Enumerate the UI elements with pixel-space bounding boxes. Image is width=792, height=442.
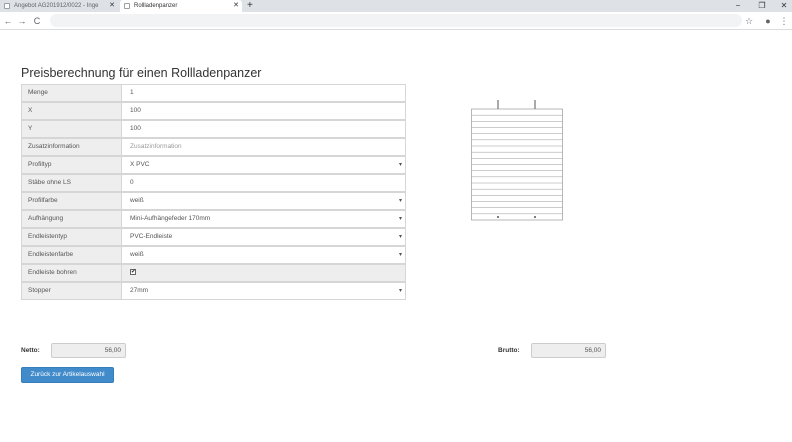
form-row-endleistentyp: Endleistentyp PVC-Endleiste xyxy=(21,228,406,246)
endleistenfarbe-select[interactable]: weiß xyxy=(121,246,406,264)
staebe-input[interactable] xyxy=(121,174,406,192)
tab-title: Angebot AG201912/0022 - Inge xyxy=(14,3,99,9)
price-form: Menge X Y Zusatzinformation Profiltyp X … xyxy=(21,84,406,300)
endleiste-bohren-checkbox[interactable]: ✔ xyxy=(130,269,136,276)
form-row-aufhaengung: Aufhängung Mini-Aufhängefeder 170mm xyxy=(21,210,406,228)
menge-field[interactable] xyxy=(130,85,405,100)
field-label: Stäbe ohne LS xyxy=(21,174,121,192)
menu-icon[interactable]: ⋮ xyxy=(779,14,789,28)
field-label: Endleiste bohren xyxy=(21,264,121,282)
star-icon[interactable]: ☆ xyxy=(744,14,754,28)
menge-input[interactable] xyxy=(121,84,406,102)
page-title: Preisberechnung für einen Rollladenpanze… xyxy=(21,66,262,80)
netto-label: Netto: xyxy=(21,347,40,354)
profiltyp-select[interactable]: X PVC xyxy=(121,156,406,174)
field-label: Endleistenfarbe xyxy=(21,246,121,264)
tab-title: Rollladenpanzer xyxy=(134,3,178,9)
hanger-right xyxy=(534,100,536,109)
form-row-staebe: Stäbe ohne LS xyxy=(21,174,406,192)
minimize-icon[interactable]: − xyxy=(732,0,744,12)
close-icon[interactable]: ✕ xyxy=(232,0,240,12)
form-row-endleistenfarbe: Endleistenfarbe weiß xyxy=(21,246,406,264)
window-close-icon[interactable]: ✕ xyxy=(778,0,790,12)
form-row-zusatzinformation: Zusatzinformation xyxy=(21,138,406,156)
profilfarbe-select[interactable]: weiß xyxy=(121,192,406,210)
endleiste-bohren-cell: ✔ xyxy=(121,264,406,282)
tab-angebot[interactable]: Angebot AG201912/0022 - Inge ✕ xyxy=(0,0,118,12)
x-field[interactable] xyxy=(130,103,405,118)
y-input[interactable] xyxy=(121,120,406,138)
back-to-articles-button[interactable]: Zurück zur Artikelauswahl xyxy=(21,367,114,383)
zusatzinformation-field[interactable] xyxy=(130,139,405,154)
stopper-select[interactable]: 27mm xyxy=(121,282,406,300)
endleistentyp-select[interactable]: PVC-Endleiste xyxy=(121,228,406,246)
address-bar[interactable] xyxy=(50,14,742,27)
form-row-endleiste-bohren: Endleiste bohren ✔ xyxy=(21,264,406,282)
field-label: Stopper xyxy=(21,282,121,300)
tab-rollladenpanzer[interactable]: Rollladenpanzer ✕ xyxy=(120,0,242,12)
form-row-menge: Menge xyxy=(21,84,406,102)
shutter-drawing xyxy=(471,100,563,221)
brutto-label: Brutto: xyxy=(498,347,520,354)
field-label: Menge xyxy=(21,84,121,102)
staebe-field[interactable] xyxy=(130,175,405,190)
page-icon xyxy=(124,3,130,9)
zusatzinformation-input[interactable] xyxy=(121,138,406,156)
stopper-left xyxy=(497,216,499,218)
restore-icon[interactable]: ❐ xyxy=(756,0,768,12)
form-row-profiltyp: Profiltyp X PVC xyxy=(21,156,406,174)
forward-arrow-icon[interactable]: → xyxy=(17,14,27,28)
back-arrow-icon[interactable]: ← xyxy=(3,14,13,28)
shutter-slats xyxy=(471,108,563,221)
brutto-field: 56,00 xyxy=(531,343,606,358)
form-row-profilfarbe: Profilfarbe weiß xyxy=(21,192,406,210)
y-field[interactable] xyxy=(130,121,405,136)
field-label: Profilfarbe xyxy=(21,192,121,210)
x-input[interactable] xyxy=(121,102,406,120)
plus-icon[interactable]: + xyxy=(247,0,253,12)
field-label: Aufhängung xyxy=(21,210,121,228)
page-icon xyxy=(4,3,10,9)
field-label: Profiltyp xyxy=(21,156,121,174)
field-label: Y xyxy=(21,120,121,138)
hanger-left xyxy=(497,100,499,109)
aufhaengung-select[interactable]: Mini-Aufhängefeder 170mm xyxy=(121,210,406,228)
netto-field: 56,00 xyxy=(51,343,126,358)
close-icon[interactable]: ✕ xyxy=(108,0,116,12)
form-row-stopper: Stopper 27mm xyxy=(21,282,406,300)
stopper-right xyxy=(534,216,536,218)
field-label: Zusatzinformation xyxy=(21,138,121,156)
reload-icon[interactable]: C xyxy=(32,14,42,28)
field-label: Endleistentyp xyxy=(21,228,121,246)
profile-icon[interactable]: ● xyxy=(763,14,773,28)
form-row-y: Y xyxy=(21,120,406,138)
browser-toolbar: ← → C ☆ ● ⋮ xyxy=(0,12,792,30)
field-label: X xyxy=(21,102,121,120)
form-row-x: X xyxy=(21,102,406,120)
browser-tab-bar: Angebot AG201912/0022 - Inge ✕ Rollladen… xyxy=(0,0,792,12)
